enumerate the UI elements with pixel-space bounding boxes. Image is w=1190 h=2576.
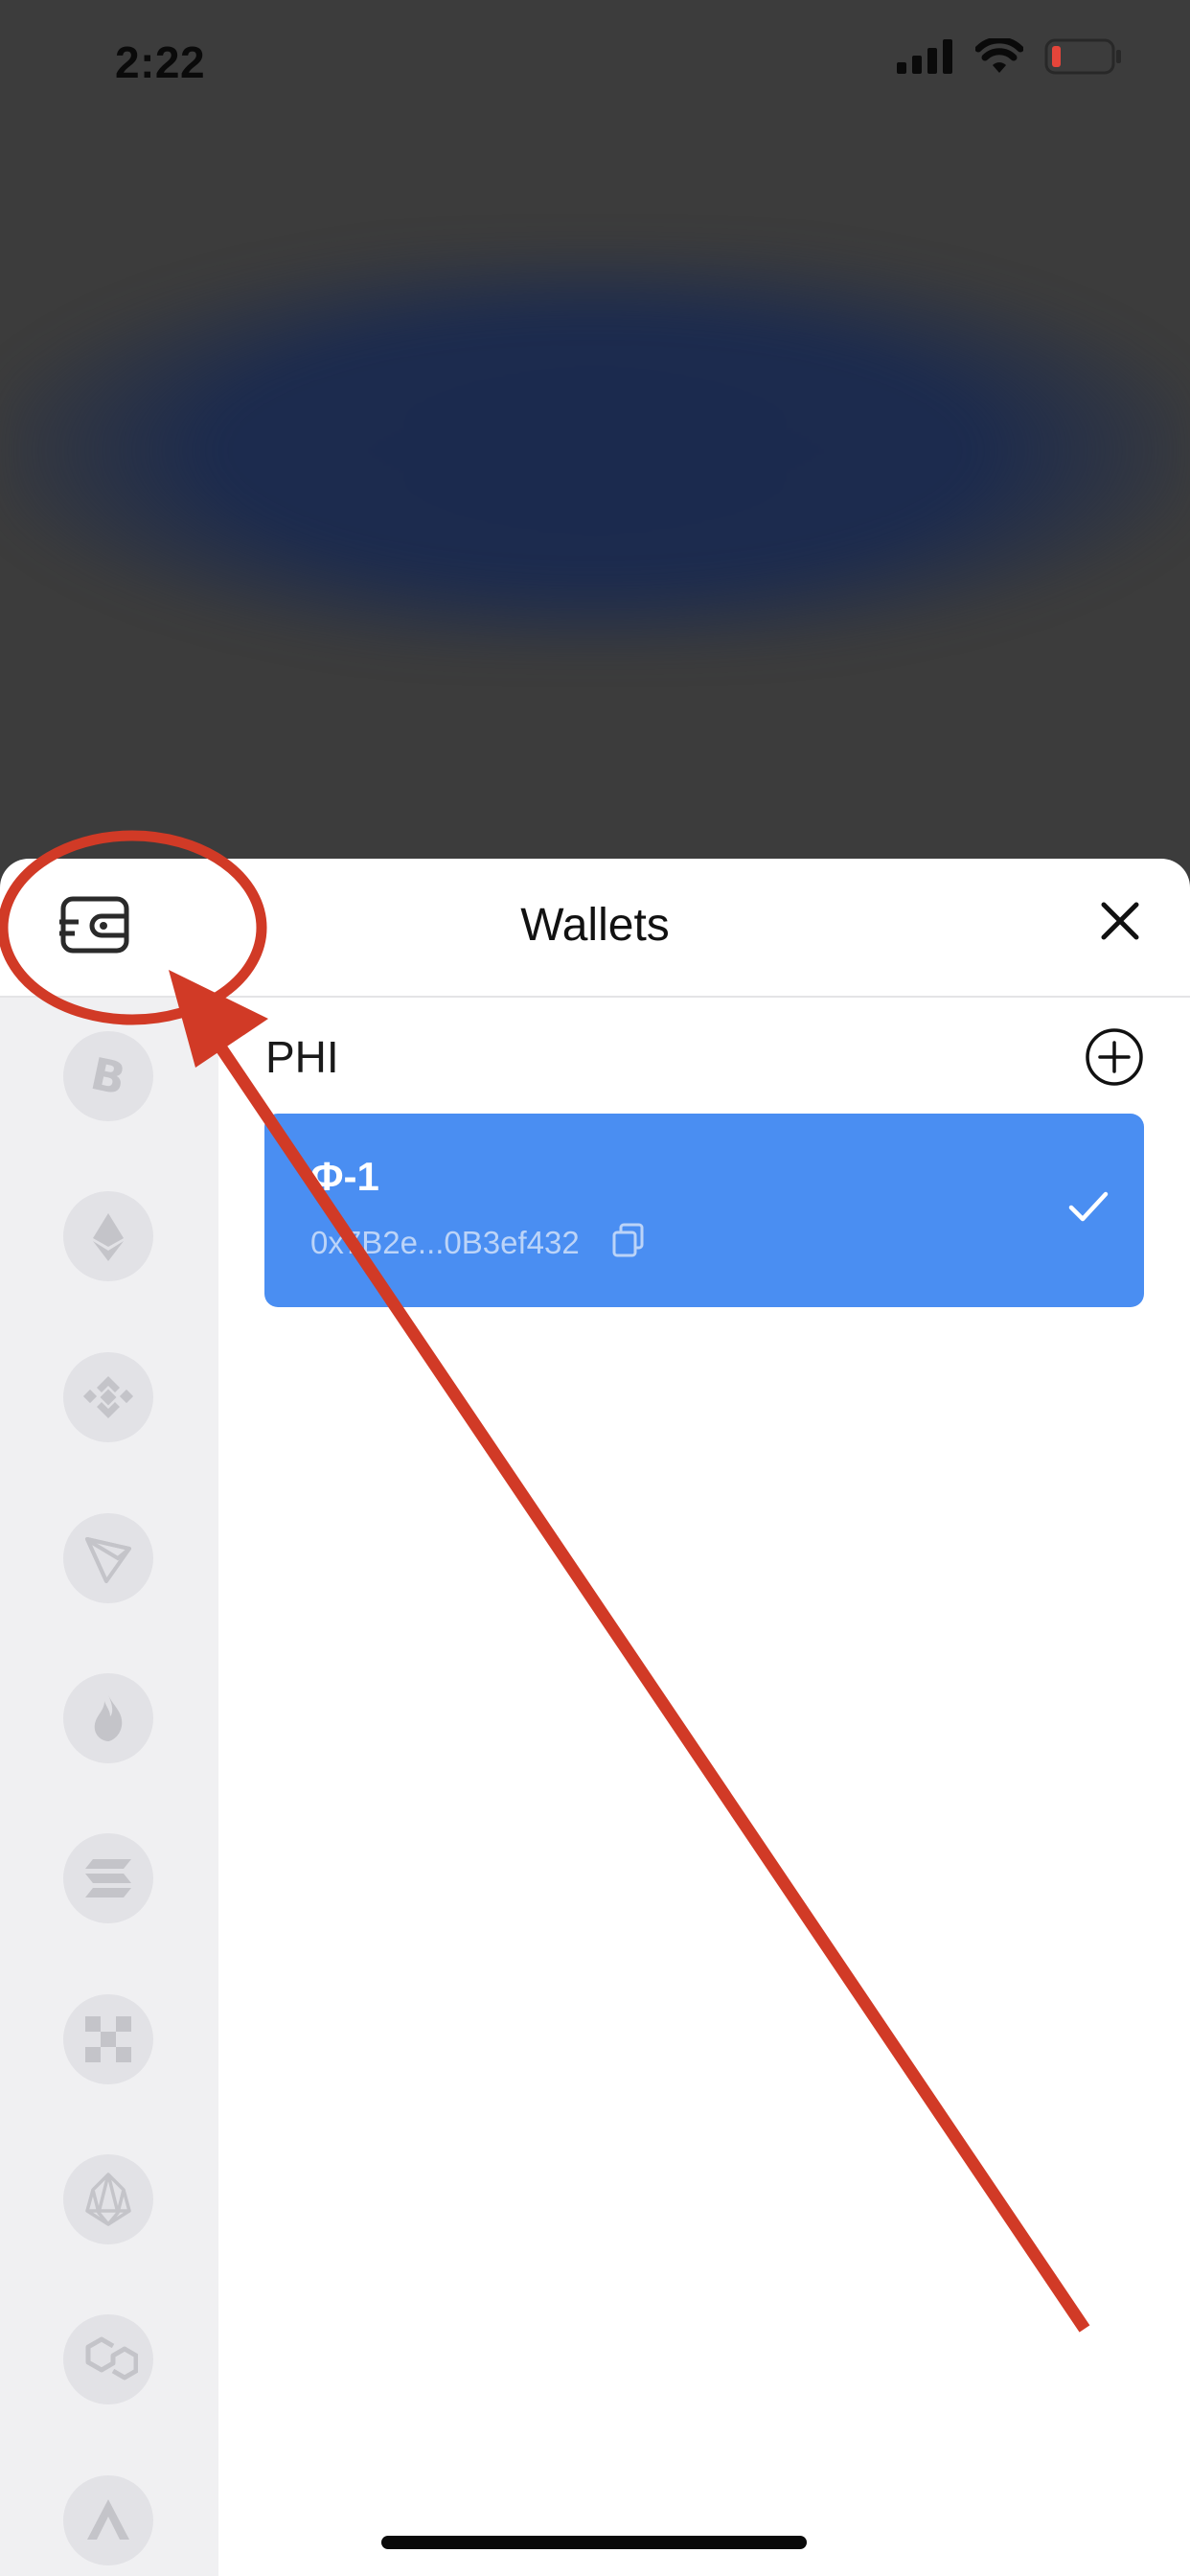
status-icons [897,38,1123,75]
wallet-address: 0x7B2e...0B3ef432 [310,1225,580,1260]
ethereum-icon[interactable] [63,1191,153,1281]
wallet-card-selected[interactable]: Φ-1 0x7B2e...0B3ef432 [264,1114,1144,1307]
home-indicator [381,2536,807,2549]
checkmark-icon [1068,1191,1109,1222]
eos-icon[interactable] [63,2154,153,2244]
checker-chain-icon[interactable] [63,1994,153,2084]
svg-text:B: B [86,1049,130,1103]
tron-icon[interactable] [63,1513,153,1603]
bitcoin-icon[interactable]: B [63,1031,153,1121]
avalanche-icon[interactable] [63,2475,153,2565]
bnb-icon[interactable] [63,1352,153,1442]
wallet-group-label: PHI [265,1032,339,1082]
flame-chain-icon[interactable] [63,1673,153,1763]
wifi-icon [975,38,1023,73]
status-time: 2:22 [115,37,206,87]
wallets-sheet: Wallets B PHI Φ-1 0x7B2e...0B3ef432 [0,859,1190,2576]
battery-icon [1044,38,1121,75]
close-icon[interactable] [1092,893,1148,949]
wallet-name: Φ-1 [310,1154,379,1199]
coin-rail: B [0,998,218,2576]
plus-circle-icon[interactable] [1085,1027,1144,1087]
solana-icon[interactable] [63,1833,153,1923]
polygon-icon[interactable] [63,2314,153,2404]
sheet-title: Wallets [520,900,670,951]
cellular-signal-icon [897,39,952,74]
blurred-background [0,249,1190,652]
copy-icon[interactable] [611,1223,646,1257]
sheet-header: Wallets [0,859,1190,998]
